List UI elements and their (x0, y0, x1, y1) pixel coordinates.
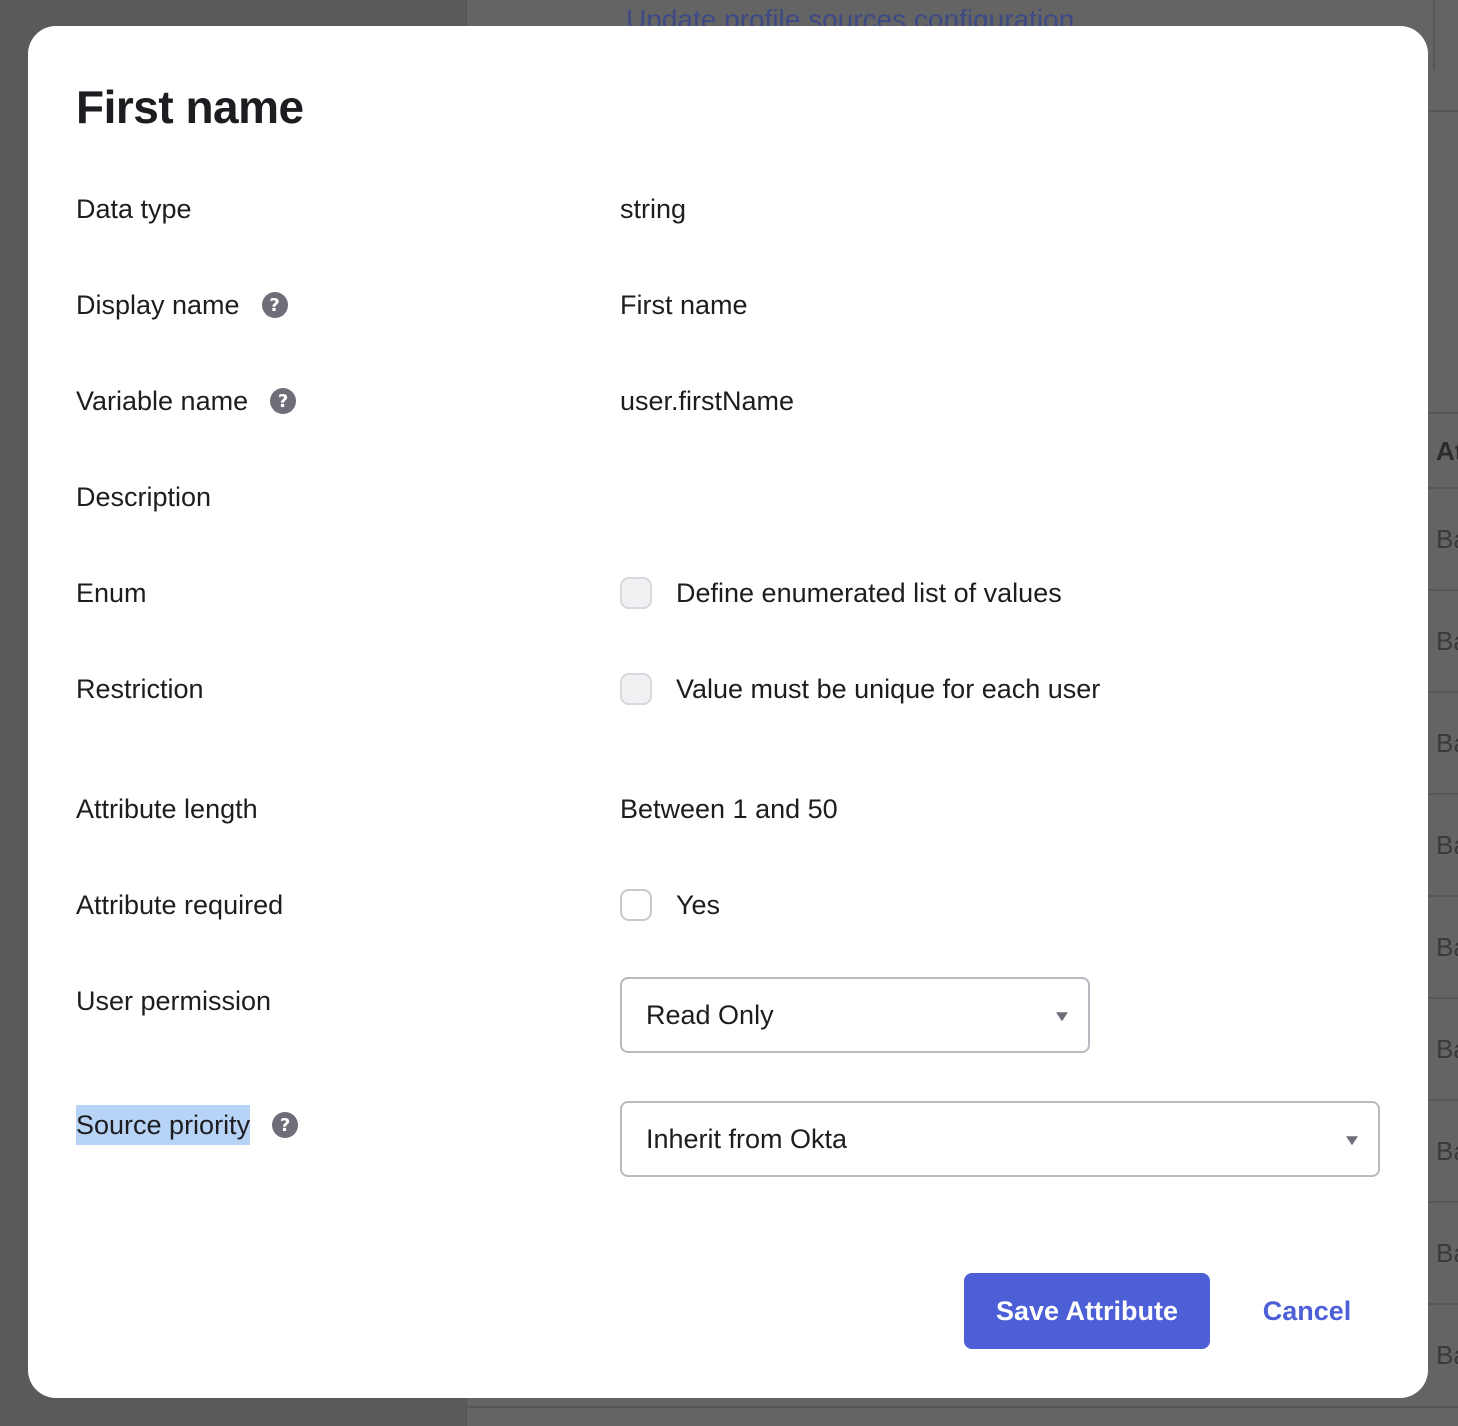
background-table-cell: Ba (1436, 932, 1458, 962)
data-type-label: Data type (76, 189, 192, 229)
attribute-length-label-text: Attribute length (76, 794, 258, 824)
attribute-required-checkbox[interactable] (620, 889, 652, 921)
variable-name-label-text: Variable name (76, 386, 249, 416)
background-table-cell: Ba (1436, 1034, 1458, 1064)
data-type-label-text: Data type (76, 194, 192, 224)
attribute-required-checkbox-label[interactable]: Yes (676, 885, 720, 925)
source-priority-select[interactable]: Inherit from Okta (620, 1101, 1380, 1177)
source-priority-label-text: Source priority (76, 1105, 251, 1145)
background-divider (1428, 412, 1458, 414)
attribute-length-label: Attribute length (76, 789, 258, 829)
caret-down-icon (1346, 1136, 1358, 1146)
user-permission-label-text: User permission (76, 986, 272, 1016)
description-label-text: Description (76, 482, 212, 512)
display-name-label-text: Display name (76, 290, 240, 320)
background-row-divider (1428, 589, 1458, 591)
enum-label: Enum (76, 573, 147, 613)
user-permission-select[interactable]: Read Only (620, 977, 1090, 1053)
description-label: Description (76, 477, 211, 517)
background-row-divider (1428, 487, 1458, 489)
background-table-cell: Ba (1436, 1340, 1458, 1370)
enum-checkbox-row[interactable]: Define enumerated list of values (620, 573, 1062, 613)
background-row-divider (1428, 1099, 1458, 1101)
enum-label-text: Enum (76, 578, 147, 608)
variable-name-label: Variable name ? (76, 381, 297, 421)
save-attribute-button[interactable]: Save Attribute (964, 1273, 1210, 1349)
restriction-label-text: Restriction (76, 674, 204, 704)
attribute-required-label-text: Attribute required (76, 890, 284, 920)
user-permission-selected-value: Read Only (646, 999, 774, 1030)
background-row-divider (1428, 691, 1458, 693)
dialog-title: First name (76, 81, 304, 133)
background-divider (466, 1406, 1458, 1408)
background-row-divider (1428, 997, 1458, 999)
background-table-cell: Ba (1436, 830, 1458, 860)
enum-checkbox[interactable] (620, 577, 652, 609)
background-row-divider (1428, 1303, 1458, 1305)
background-row-divider (1428, 1201, 1458, 1203)
data-type-value: string (620, 194, 687, 224)
question-circle-icon[interactable]: ? (270, 388, 297, 414)
background-row-divider (1428, 793, 1458, 795)
background-divider (1428, 110, 1458, 112)
restriction-label: Restriction (76, 669, 204, 709)
question-circle-icon[interactable]: ? (261, 292, 288, 318)
unique-value-checkbox-label[interactable]: Value must be unique for each user (676, 669, 1100, 709)
restriction-checkbox-row[interactable]: Value must be unique for each user (620, 669, 1100, 709)
background-table-cell: Ba (1436, 524, 1458, 554)
attribute-required-checkbox-row[interactable]: Yes (620, 885, 720, 925)
user-permission-label: User permission (76, 981, 271, 1021)
edit-attribute-dialog: First name Data type string Display name… (28, 26, 1428, 1398)
attribute-length-value: Between 1 and 50 (620, 794, 838, 824)
unique-value-checkbox[interactable] (620, 673, 652, 705)
question-circle-icon[interactable]: ? (272, 1112, 299, 1138)
background-table-cell: Ba (1436, 626, 1458, 656)
cancel-button[interactable]: Cancel (1234, 1273, 1380, 1349)
background-row-divider (1428, 895, 1458, 897)
background-divider (1433, 0, 1435, 70)
attribute-required-label: Attribute required (76, 885, 283, 925)
background-table-cell: Ba (1436, 728, 1458, 758)
background-table-cell: Ba (1436, 1136, 1458, 1166)
display-name-label: Display name ? (76, 285, 288, 325)
enum-checkbox-label[interactable]: Define enumerated list of values (676, 573, 1062, 613)
source-priority-selected-value: Inherit from Okta (646, 1123, 848, 1154)
variable-name-value: user.firstName (620, 386, 795, 416)
source-priority-label: Source priority ? (76, 1105, 299, 1145)
background-column-header: At (1436, 436, 1458, 466)
caret-down-icon (1056, 1012, 1068, 1022)
display-name-value: First name (620, 290, 748, 320)
background-table-cell: Ba (1436, 1238, 1458, 1268)
